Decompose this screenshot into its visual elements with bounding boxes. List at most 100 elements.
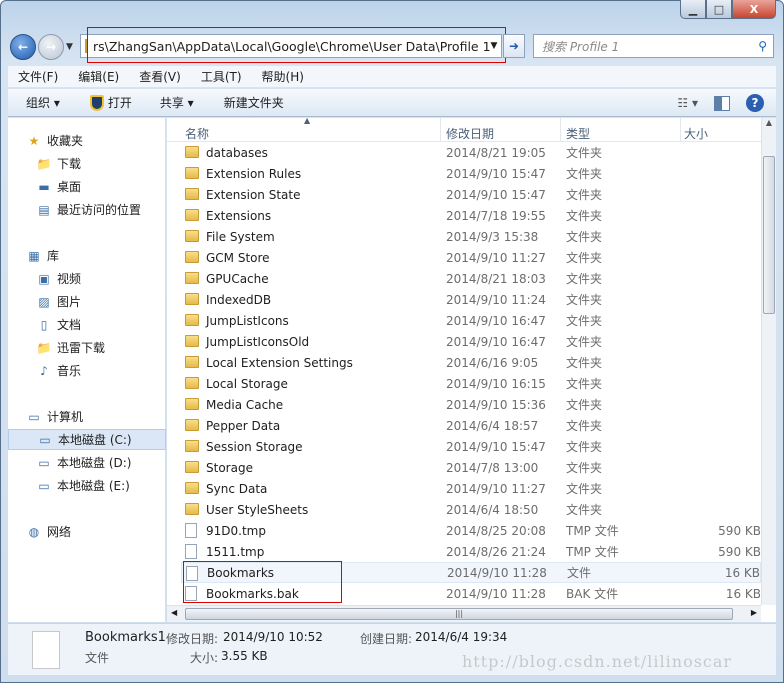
sidebar-item[interactable]: 📁 下载: [8, 153, 166, 174]
file-row[interactable]: JumpListIcons 2014/9/10 16:47 文件夹: [181, 310, 761, 331]
file-row[interactable]: 91D0.tmp 2014/8/25 20:08 TMP 文件 590 KB: [181, 520, 761, 541]
folder-icon: [185, 188, 199, 200]
vertical-scrollbar[interactable]: ▲: [761, 118, 776, 605]
file-name: JumpListIconsOld: [206, 334, 310, 349]
sidebar-item[interactable]: ▬ 桌面: [8, 176, 166, 197]
folder-icon: [185, 209, 199, 221]
sidebar-item[interactable]: ▤ 最近访问的位置: [8, 199, 166, 220]
column-size[interactable]: 大小: [684, 125, 708, 142]
column-type[interactable]: 类型: [566, 125, 590, 142]
file-row[interactable]: Local Storage 2014/9/10 16:15 文件夹: [181, 373, 761, 394]
sidebar-item[interactable]: ▦ 库: [8, 245, 166, 266]
file-row[interactable]: Session Storage 2014/9/10 15:47 文件夹: [181, 436, 761, 457]
folder-icon: 📁: [36, 340, 52, 355]
minimize-button[interactable]: ▁: [680, 0, 706, 19]
back-button[interactable]: ←: [10, 34, 36, 60]
file-date: 2014/9/10 16:47: [446, 313, 546, 328]
file-row[interactable]: File System 2014/9/3 15:38 文件夹: [181, 226, 761, 247]
file-row[interactable]: Extension Rules 2014/9/10 15:47 文件夹: [181, 163, 761, 184]
sidebar-item[interactable]: ▭ 本地磁盘 (E:): [8, 475, 166, 496]
folder-icon: [185, 356, 199, 368]
horizontal-scrollbar[interactable]: ◀ ||| ▶: [167, 605, 761, 622]
file-date: 2014/9/10 15:47: [446, 439, 546, 454]
file-row[interactable]: databases 2014/8/21 19:05 文件夹: [181, 142, 761, 163]
go-button[interactable]: ➜: [503, 34, 525, 58]
network-icon: ◍: [28, 524, 40, 539]
sidebar-item[interactable]: ▭ 本地磁盘 (D:): [8, 452, 166, 473]
sidebar-item-label: 收藏夹: [47, 134, 84, 148]
file-row[interactable]: 1511.tmp 2014/8/26 21:24 TMP 文件 590 KB: [181, 541, 761, 562]
help-icon[interactable]: ?: [746, 94, 764, 112]
file-date: 2014/9/10 11:28: [447, 565, 547, 580]
menu-edit[interactable]: 编辑(E): [78, 68, 119, 85]
folder-icon: [185, 461, 199, 473]
view-options-icon[interactable]: ☷ ▾: [677, 96, 698, 110]
column-name[interactable]: 名称: [185, 125, 209, 142]
file-name: Extension State: [206, 187, 301, 202]
library-icon: ▦: [28, 248, 40, 263]
menu-file[interactable]: 文件(F): [18, 68, 58, 85]
file-date: 2014/9/10 11:28: [446, 586, 546, 601]
file-type: 文件夹: [566, 398, 603, 412]
scroll-left-icon[interactable]: ◀: [171, 608, 177, 617]
horizontal-scroll-thumb[interactable]: |||: [185, 608, 733, 620]
menu-help[interactable]: 帮助(H): [262, 68, 304, 85]
file-name: 91D0.tmp: [206, 523, 266, 538]
folder-icon: [185, 482, 199, 494]
maximize-button[interactable]: □: [706, 0, 732, 19]
preview-pane-icon[interactable]: [714, 95, 730, 111]
shield-icon: [89, 94, 104, 111]
file-row[interactable]: Pepper Data 2014/6/4 18:57 文件夹: [181, 415, 761, 436]
menu-view[interactable]: 查看(V): [139, 68, 181, 85]
open-button[interactable]: 打开: [89, 94, 132, 111]
file-type: 文件夹: [566, 440, 603, 454]
menu-tools[interactable]: 工具(T): [201, 68, 242, 85]
sidebar-item[interactable]: ◍ 网络: [8, 521, 166, 542]
file-row[interactable]: Local Extension Settings 2014/6/16 9:05 文件…: [181, 352, 761, 373]
sidebar-item[interactable]: ▭ 计算机: [8, 406, 166, 427]
folder-icon: [185, 251, 199, 263]
file-row[interactable]: Extension State 2014/9/10 15:47 文件夹: [181, 184, 761, 205]
file-name: Extension Rules: [206, 166, 302, 181]
search-icon[interactable]: ⚲: [758, 39, 767, 53]
file-row[interactable]: Media Cache 2014/9/10 15:36 文件夹: [181, 394, 761, 415]
share-button[interactable]: 共享 ▾: [160, 94, 194, 111]
column-date[interactable]: 修改日期: [446, 125, 494, 142]
file-row[interactable]: Sync Data 2014/9/10 11:27 文件夹: [181, 478, 761, 499]
scroll-up-icon[interactable]: ▲: [762, 118, 776, 127]
folder-icon: [185, 335, 199, 347]
organize-button[interactable]: 组织 ▾: [26, 94, 60, 111]
forward-button[interactable]: →: [38, 34, 64, 60]
vertical-scroll-thumb[interactable]: [763, 156, 775, 314]
file-date: 2014/8/26 21:24: [446, 544, 546, 559]
file-date: 2014/8/21 18:03: [446, 271, 546, 286]
file-type: 文件夹: [566, 461, 603, 475]
file-name: Pepper Data: [206, 418, 281, 433]
file-row[interactable]: Storage 2014/7/8 13:00 文件夹: [181, 457, 761, 478]
sidebar-item[interactable]: ▨ 图片: [8, 291, 166, 312]
desktop-icon: ▬: [38, 179, 50, 194]
sidebar-item[interactable]: 📁 迅雷下载: [8, 337, 166, 358]
sidebar-item[interactable]: ▣ 视频: [8, 268, 166, 289]
sidebar-item[interactable]: ▭ 本地磁盘 (C:): [8, 429, 166, 450]
file-row[interactable]: GCM Store 2014/9/10 11:27 文件夹: [181, 247, 761, 268]
sidebar-item[interactable]: ♪ 音乐: [8, 360, 166, 381]
highlight-box: [183, 561, 342, 603]
file-type: 文件夹: [566, 272, 603, 286]
scroll-right-icon[interactable]: ▶: [751, 608, 757, 617]
search-input[interactable]: 搜索 Profile 1 ⚲: [533, 34, 774, 58]
file-size: 16 KB: [725, 586, 761, 601]
new-folder-button[interactable]: 新建文件夹: [224, 94, 284, 111]
file-type: BAK 文件: [566, 587, 619, 601]
recent-pages-dropdown-icon[interactable]: ▼: [66, 42, 73, 52]
sidebar-item[interactable]: ★ 收藏夹: [8, 130, 166, 151]
file-row[interactable]: User StyleSheets 2014/6/4 18:50 文件夹: [181, 499, 761, 520]
file-date: 2014/6/4 18:50: [446, 502, 539, 517]
file-row[interactable]: Extensions 2014/7/18 19:55 文件夹: [181, 205, 761, 226]
file-row[interactable]: IndexedDB 2014/9/10 11:24 文件夹: [181, 289, 761, 310]
close-button[interactable]: X: [732, 0, 776, 19]
sidebar-item[interactable]: ▯ 文档: [8, 314, 166, 335]
file-row[interactable]: JumpListIconsOld 2014/9/10 16:47 文件夹: [181, 331, 761, 352]
watermark: http://blog.csdn.net/lilinoscar: [462, 652, 733, 671]
file-row[interactable]: GPUCache 2014/8/21 18:03 文件夹: [181, 268, 761, 289]
